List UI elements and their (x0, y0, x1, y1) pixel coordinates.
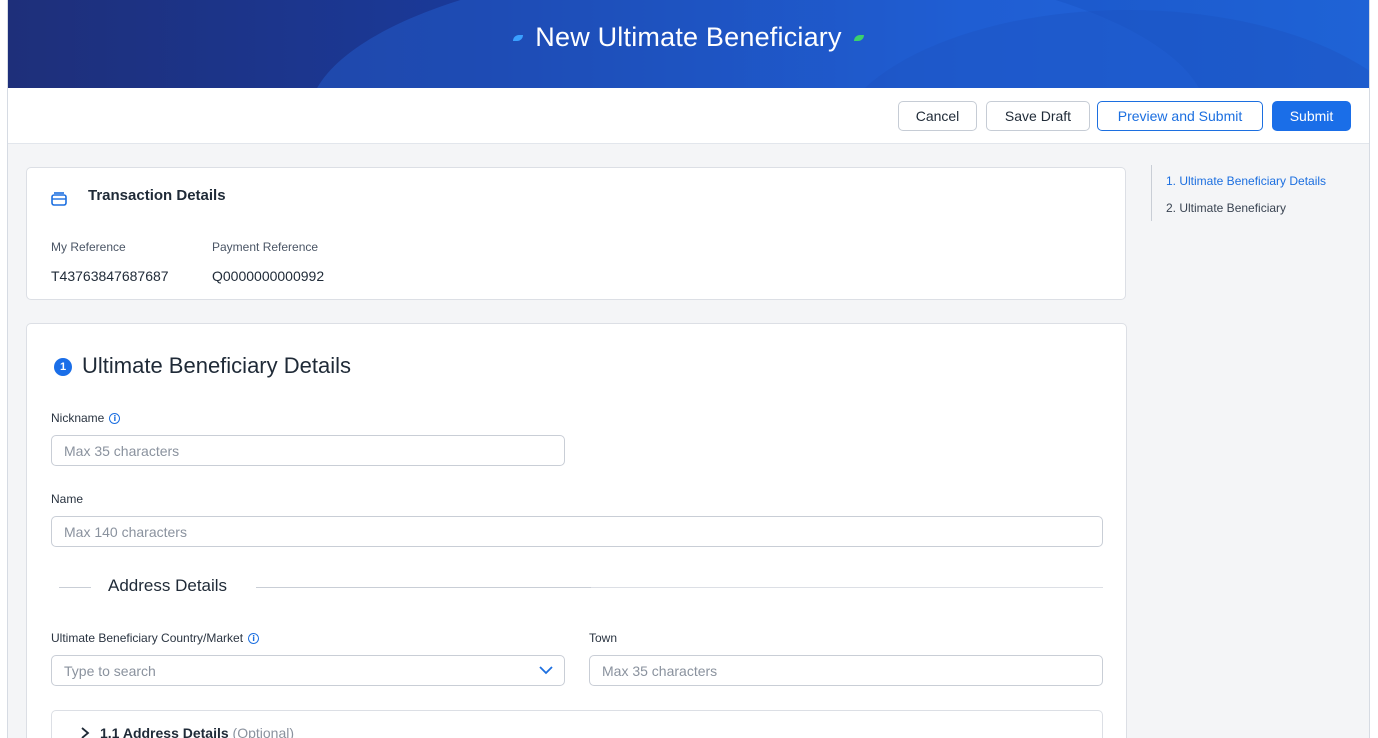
accordion-title-text: 1.1 Address Details (100, 725, 229, 738)
section-title: Ultimate Beneficiary Details (82, 353, 351, 378)
page-title: New Ultimate Beneficiary (535, 22, 842, 52)
cancel-button[interactable]: Cancel (898, 101, 977, 131)
nav-item-ultimate-beneficiary[interactable]: 2. Ultimate Beneficiary (1166, 201, 1286, 215)
country-search-input[interactable] (51, 655, 565, 686)
app-frame: New Ultimate Beneficiary Cancel Save Dra… (7, 0, 1370, 738)
divider-line (256, 587, 591, 588)
optional-tag: (Optional) (232, 725, 295, 738)
page-header-banner: New Ultimate Beneficiary (8, 0, 1369, 88)
leaf-icon (513, 34, 524, 41)
country-label-wrap: Ultimate Beneficiary Country/Market i (51, 631, 260, 645)
preview-and-submit-button[interactable]: Preview and Submit (1097, 101, 1263, 131)
leaf-icon (853, 34, 864, 41)
nickname-label: Nickname (51, 411, 105, 425)
submit-button[interactable]: Submit (1272, 101, 1351, 131)
address-details-divider: Address Details (51, 576, 1103, 600)
action-toolbar: Cancel Save Draft Preview and Submit Sub… (8, 88, 1369, 144)
my-reference-value: T43763847687687 (51, 268, 169, 284)
step-badge: 1 (54, 358, 72, 376)
country-label: Ultimate Beneficiary Country/Market (51, 631, 244, 645)
payment-reference-value: Q0000000000992 (212, 268, 325, 284)
save-draft-button[interactable]: Save Draft (986, 101, 1090, 131)
transaction-details-title: Transaction Details (88, 187, 226, 204)
transaction-details-card: Transaction Details My Reference T437638… (26, 167, 1126, 300)
address-details-title: Address Details (108, 576, 228, 595)
payment-reference-label: Payment Reference (212, 240, 319, 254)
town-input[interactable] (589, 655, 1103, 686)
nickname-label-wrap: Nickname i (51, 411, 121, 425)
chevron-right-icon[interactable] (80, 727, 90, 738)
info-icon[interactable]: i (109, 412, 121, 424)
country-select[interactable] (51, 655, 565, 686)
address-details-accordion[interactable]: 1.1 Address Details (Optional) (51, 710, 1103, 738)
chevron-down-icon[interactable] (539, 663, 553, 677)
step-navigation: 1. Ultimate Beneficiary Details 2. Ultim… (1151, 165, 1351, 221)
wallet-icon (51, 192, 67, 206)
divider-line (59, 587, 91, 588)
my-reference-label: My Reference (51, 240, 126, 254)
banner-title-wrap: New Ultimate Beneficiary (8, 22, 1369, 53)
ultimate-beneficiary-card: 1 Ultimate Beneficiary Details Nickname … (26, 323, 1127, 738)
accordion-title: 1.1 Address Details (Optional) (100, 725, 294, 738)
name-label: Name (51, 492, 84, 506)
nav-item-ultimate-beneficiary-details[interactable]: 1. Ultimate Beneficiary Details (1166, 174, 1326, 188)
town-label: Town (589, 631, 618, 645)
name-input[interactable] (51, 516, 1103, 547)
nickname-input[interactable] (51, 435, 565, 466)
info-icon[interactable]: i (248, 632, 260, 644)
